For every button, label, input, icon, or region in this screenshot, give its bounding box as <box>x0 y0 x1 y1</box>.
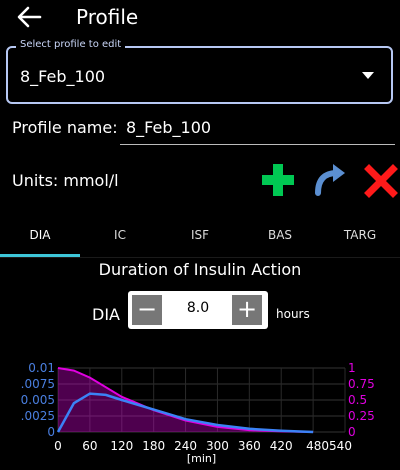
tab-bas[interactable]: BAS <box>240 219 320 255</box>
tab-divider <box>0 257 400 258</box>
x-tick-label: 120 <box>110 439 133 453</box>
tab-bar: DIA IC ISF BAS TARG <box>0 219 400 257</box>
decrement-button[interactable]: − <box>132 295 162 325</box>
y-left-tick-label: 0.01 <box>28 361 55 375</box>
x-axis-label: [min] <box>187 452 216 465</box>
profile-name-value[interactable]: 8_Feb_100 <box>126 118 211 137</box>
clone-profile-icon[interactable] <box>313 163 347 197</box>
add-profile-icon[interactable] <box>261 163 295 197</box>
profile-select-value[interactable]: 8_Feb_100 <box>20 67 105 86</box>
x-tick-label: 480540 <box>306 439 352 453</box>
delete-profile-icon[interactable] <box>364 164 398 198</box>
x-tick-label: 240 <box>174 439 197 453</box>
x-tick-label: 360 <box>238 439 261 453</box>
profile-name-label: Profile name: <box>12 118 118 137</box>
dia-unit-label: hours <box>276 307 310 321</box>
page-title: Profile <box>76 5 139 29</box>
y-left-tick-label: .0075 <box>21 377 55 391</box>
y-right-tick-label: 0.75 <box>348 377 375 391</box>
tab-dia[interactable]: DIA <box>0 219 80 255</box>
y-right-tick-label: 1 <box>348 361 356 375</box>
increment-button[interactable]: + <box>232 295 262 325</box>
units-label: Units: mmol/l <box>12 171 119 190</box>
dia-value-input[interactable]: 8.0 <box>168 300 228 316</box>
y-left-tick-label: 0 <box>47 425 55 439</box>
y-right-tick-label: 0.25 <box>348 409 375 423</box>
x-tick-label: 180 <box>142 439 165 453</box>
x-tick-label: 300 <box>206 439 229 453</box>
y-right-tick-label: 0.5 <box>348 393 367 407</box>
dropdown-arrow-icon[interactable] <box>362 72 374 80</box>
y-right-tick-label: 0 <box>348 425 356 439</box>
x-tick-label: 0 <box>54 439 62 453</box>
dia-stepper: − 8.0 + <box>128 291 268 329</box>
insulin-action-chart: 0.01.00750.005.0025010.750.50.2500 60 120 1… <box>21 361 375 465</box>
x-tick-label: 420 <box>270 439 293 453</box>
tab-isf[interactable]: ISF <box>160 219 240 255</box>
y-left-tick-label: 0.005 <box>21 393 55 407</box>
tab-targ[interactable]: TARG <box>320 219 400 255</box>
dia-label: DIA <box>92 305 120 324</box>
back-arrow-icon[interactable] <box>14 4 44 30</box>
x-tick-label: 60 <box>82 439 97 453</box>
profile-select-label: Select profile to edit <box>16 39 126 50</box>
app-header: Profile <box>0 0 400 36</box>
y-left-tick-label: .0025 <box>21 409 55 423</box>
dia-section-title: Duration of Insulin Action <box>98 260 302 279</box>
tab-ic[interactable]: IC <box>80 219 160 255</box>
